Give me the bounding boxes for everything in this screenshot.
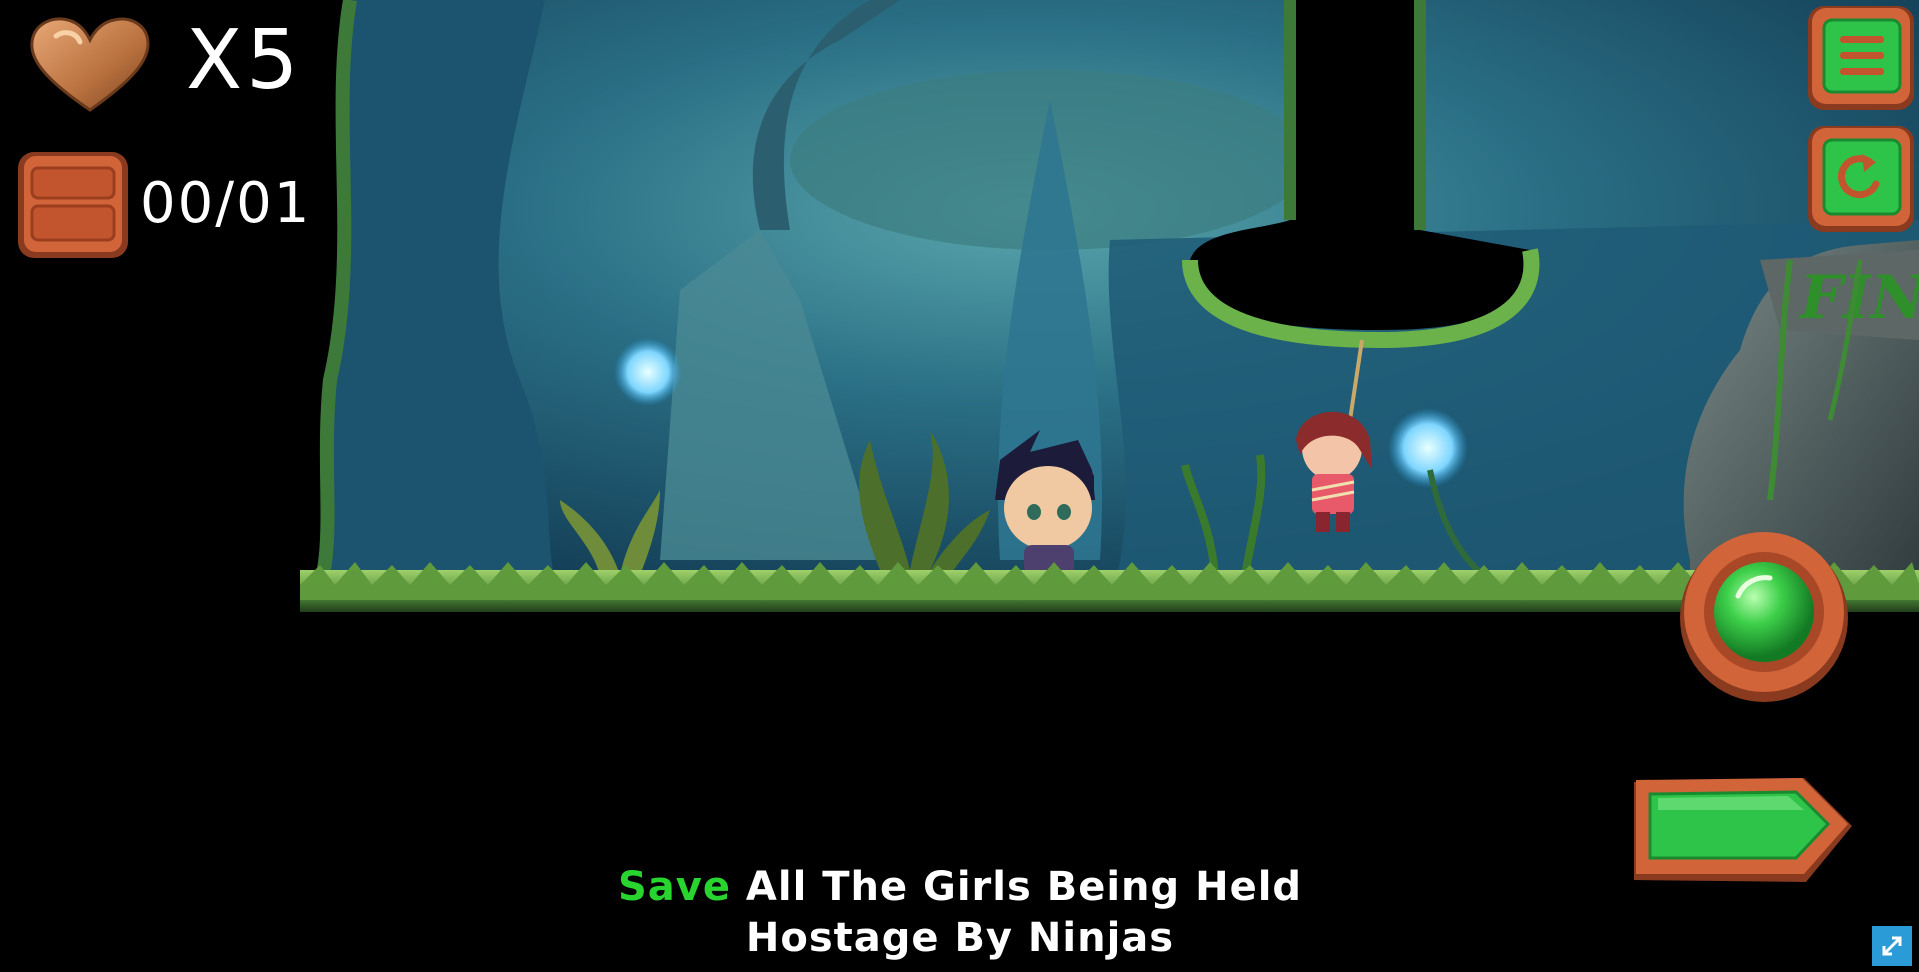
instruction-line-2: Hostage By Ninjas	[745, 915, 1175, 961]
action-orb-button[interactable]	[1678, 526, 1850, 704]
next-arrow-button[interactable]	[1628, 774, 1856, 886]
instruction-line-1-rest: All The Girls Being Held	[730, 864, 1303, 910]
fullscreen-icon	[1882, 936, 1902, 956]
rescue-counter: 00/01	[140, 171, 312, 236]
instruction-highlight: Save	[617, 864, 731, 910]
fullscreen-button[interactable]	[1872, 926, 1912, 966]
lives-count: X5	[186, 13, 303, 108]
glowing-flower	[614, 338, 682, 406]
restart-icon	[1808, 126, 1914, 232]
crate-icon	[14, 146, 132, 264]
menu-icon	[1808, 6, 1914, 110]
green-orb-icon	[1680, 532, 1848, 702]
instruction-line-1: Save All The Girls Being Held	[560, 862, 1360, 913]
menu-button[interactable]	[1804, 2, 1918, 114]
instruction-text: Save All The Girls Being Held Hostage By…	[560, 862, 1360, 964]
glowing-flower	[1388, 408, 1468, 488]
arrow-right-icon	[1634, 778, 1852, 882]
restart-button[interactable]	[1804, 122, 1918, 236]
heart-icon	[26, 14, 154, 114]
